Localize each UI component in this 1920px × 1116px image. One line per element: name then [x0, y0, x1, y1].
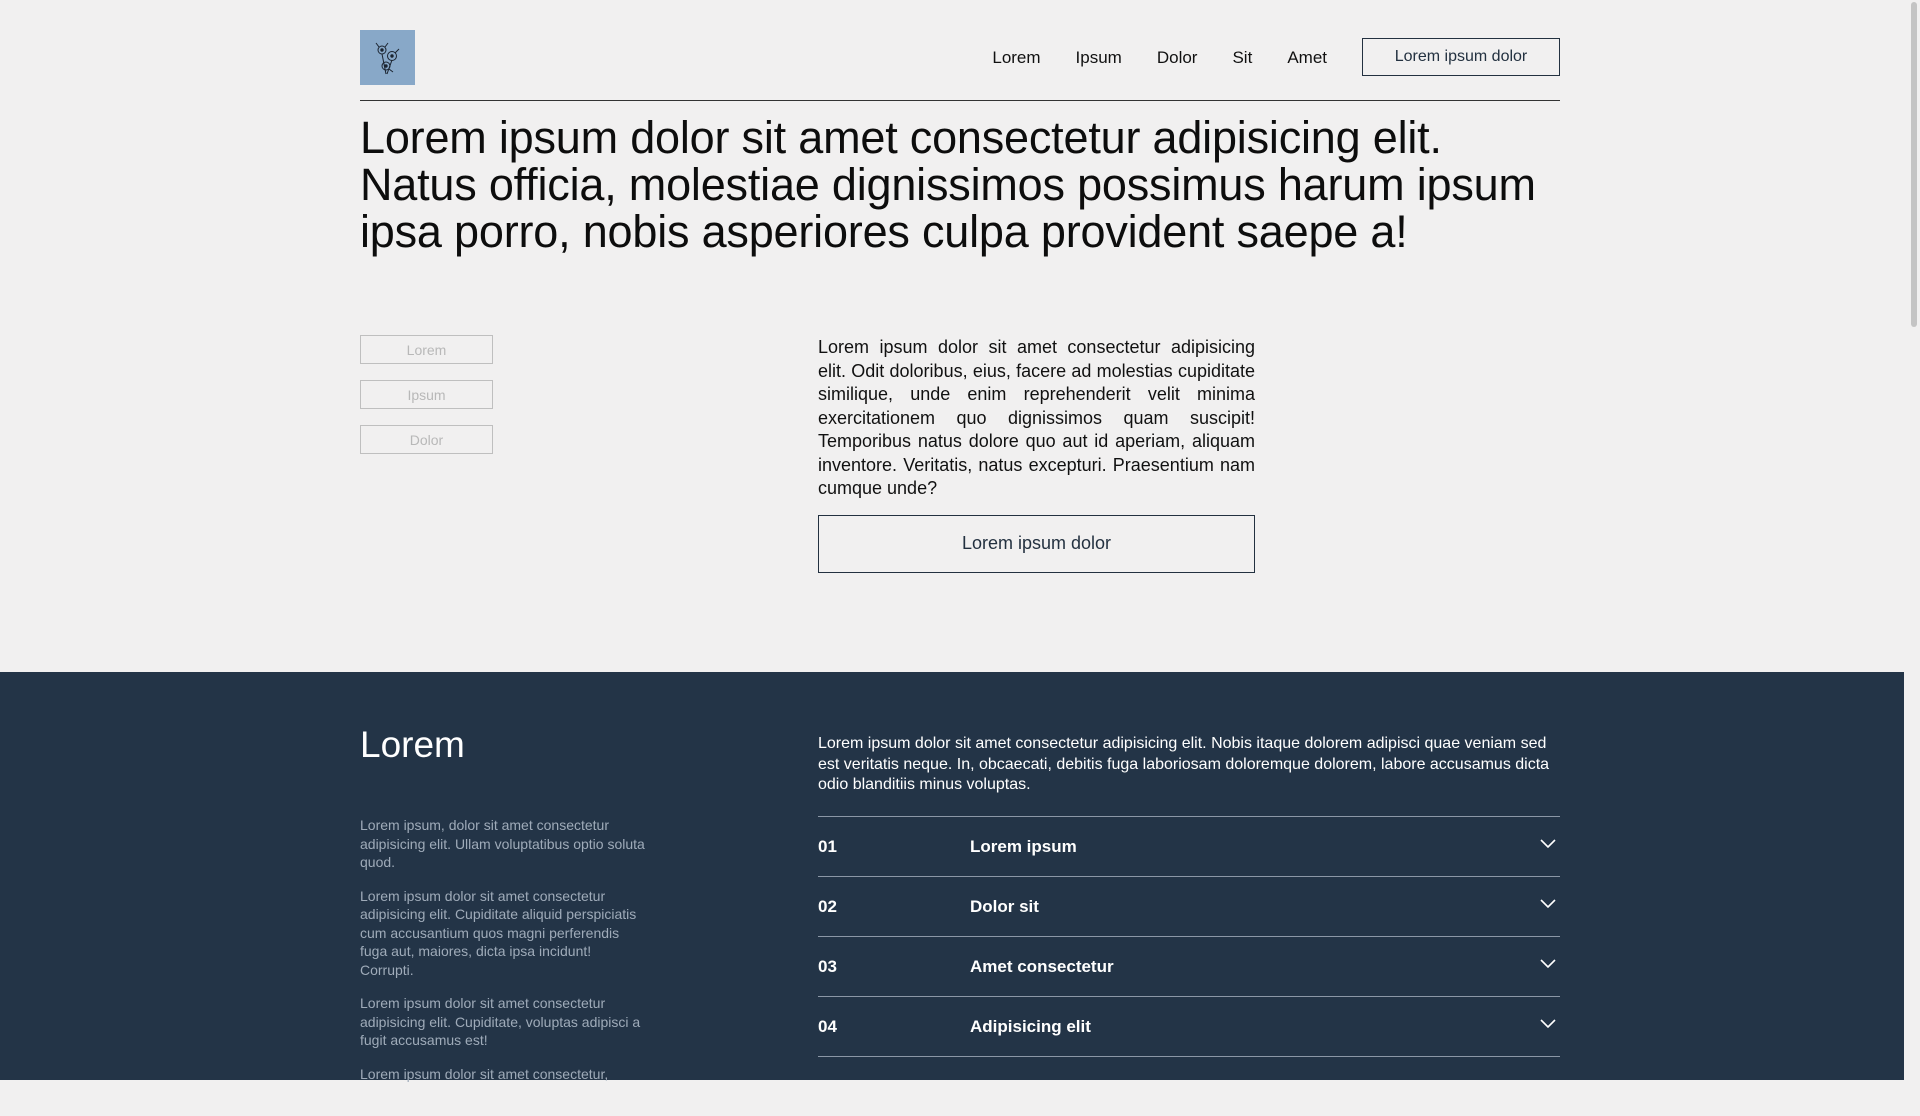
- nav-link-dolor[interactable]: Dolor: [1157, 48, 1198, 68]
- side-tabs: Lorem Ipsum Dolor: [360, 335, 493, 470]
- side-paragraph: Lorem ipsum, dolor sit amet consectetur …: [360, 817, 645, 870]
- intro-paragraph: Lorem ipsum dolor sit amet consectetur a…: [818, 337, 1255, 498]
- section-lead: Lorem ipsum dolor sit amet consectetur a…: [818, 735, 1550, 793]
- side-tab-ipsum[interactable]: Ipsum: [360, 380, 493, 409]
- chevron-down-icon[interactable]: [1540, 838, 1556, 849]
- intro-block: Lorem ipsum dolor sit amet consectetur a…: [818, 336, 1255, 573]
- side-tab-dolor[interactable]: Dolor: [360, 425, 493, 454]
- chevron-down-icon[interactable]: [1540, 958, 1556, 969]
- side-paragraph: Lorem ipsum dolor sit amet consectetur,: [360, 1065, 609, 1082]
- nav-link-ipsum[interactable]: Ipsum: [1076, 48, 1122, 68]
- side-paragraph: Lorem ipsum dolor sit amet consectetur a…: [360, 995, 641, 1048]
- accordion-number: 02: [818, 896, 837, 916]
- chevron-down-icon[interactable]: [1540, 1018, 1556, 1029]
- accordion-item[interactable]: 04 Adipisicing elit: [818, 995, 1560, 1056]
- site-header: Lorem Ipsum Dolor Sit Amet Lorem ipsum d…: [360, 30, 1560, 101]
- scrollbar[interactable]: [1904, 0, 1920, 1080]
- accordion-number: 04: [818, 1016, 837, 1036]
- accordion-item[interactable]: 02 Dolor sit: [818, 875, 1560, 936]
- chevron-down-icon[interactable]: [1540, 898, 1556, 909]
- section-title: Lorem: [360, 724, 465, 765]
- accordion-item-partial[interactable]: [818, 1055, 1560, 1116]
- main-nav: Lorem Ipsum Dolor Sit Amet: [957, 48, 1327, 68]
- accordion-number: 03: [818, 956, 837, 976]
- scrollbar-thumb[interactable]: [1911, 2, 1917, 327]
- accordion-item[interactable]: 01 Lorem ipsum: [818, 815, 1560, 876]
- dark-section: Lorem Lorem ipsum, dolor sit amet consec…: [0, 672, 1920, 1082]
- accordion-label: Adipisicing elit: [970, 1016, 1091, 1036]
- nav-link-lorem[interactable]: Lorem: [992, 48, 1040, 68]
- accordion-label: Dolor sit: [970, 896, 1039, 916]
- header-cta-button[interactable]: Lorem ipsum dolor: [1362, 38, 1560, 76]
- flower-icon: [375, 42, 399, 74]
- accordion-number: 01: [818, 836, 837, 856]
- nav-link-sit[interactable]: Sit: [1232, 48, 1252, 68]
- accordion-label: Amet consectetur: [970, 956, 1114, 976]
- accordion-item[interactable]: 03 Amet consectetur: [818, 935, 1560, 996]
- side-tab-lorem[interactable]: Lorem: [360, 335, 493, 364]
- intro-cta-button[interactable]: Lorem ipsum dolor: [818, 514, 1255, 573]
- side-paragraph: Lorem ipsum dolor sit amet consectetur a…: [360, 887, 637, 978]
- hero-title: Lorem ipsum dolor sit amet consectetur a…: [360, 112, 1536, 257]
- logo[interactable]: [360, 30, 415, 85]
- accordion-block: Lorem ipsum dolor sit amet consectetur a…: [818, 734, 1560, 1116]
- accordion-label: Lorem ipsum: [970, 836, 1077, 856]
- section-side-text: Lorem ipsum, dolor sit amet consectetur …: [360, 816, 645, 1098]
- nav-link-amet[interactable]: Amet: [1287, 48, 1327, 68]
